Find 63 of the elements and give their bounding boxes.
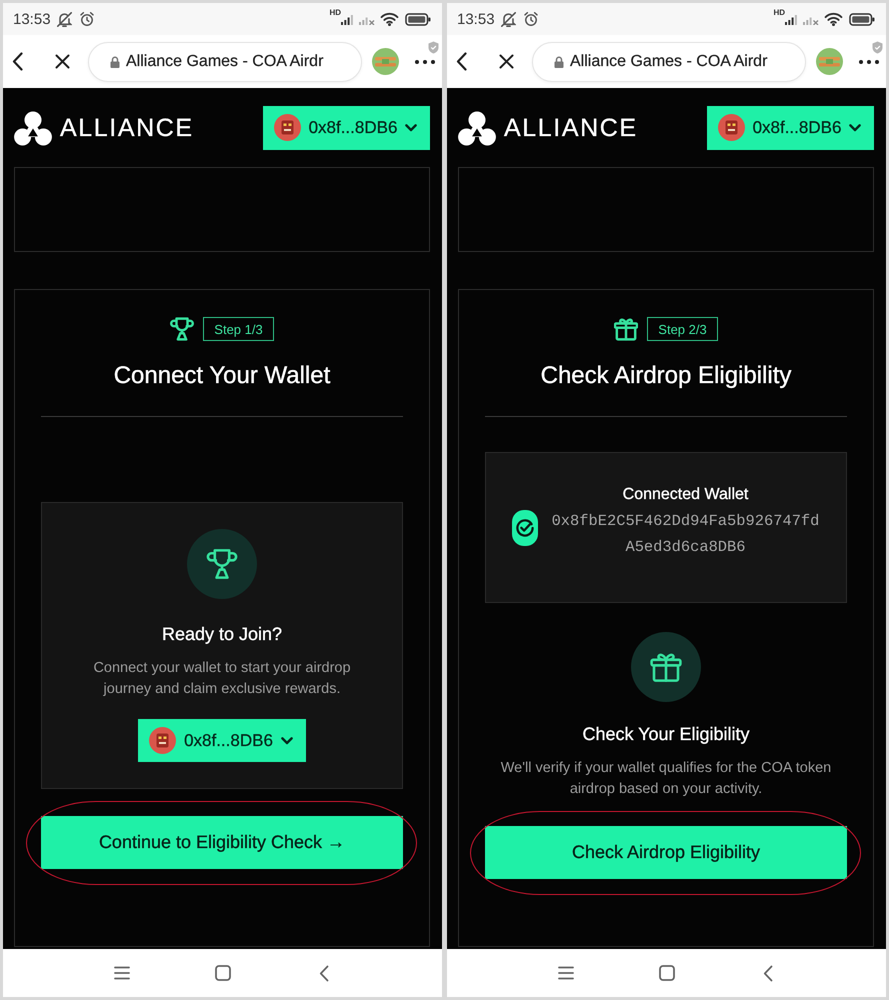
close-icon[interactable]: [55, 54, 70, 69]
signal-icon: [785, 14, 797, 24]
page-title-text: Alliance Games - COA Airdr: [570, 52, 768, 70]
mute-icon: [56, 12, 72, 26]
avatar-icon: [718, 114, 745, 141]
logo-icon: [14, 111, 52, 146]
trophy-icon: [187, 529, 257, 599]
battery-icon: [849, 12, 875, 26]
gift-icon: [614, 317, 638, 341]
caret-icon: [280, 736, 293, 744]
more-icon[interactable]: [859, 60, 879, 64]
feature-heading: Ready to Join?: [162, 623, 282, 645]
status-time: 13:53: [13, 10, 51, 28]
step-badge: Step 1/3: [203, 317, 274, 341]
network-type-label: HD: [329, 9, 341, 17]
status-time: 13:53: [457, 10, 495, 28]
network-type-label: HD: [773, 9, 785, 17]
back-icon[interactable]: [12, 52, 23, 71]
menu-icon[interactable]: [558, 966, 574, 980]
home-icon[interactable]: [214, 965, 230, 981]
address-field[interactable]: Alliance Games - COA Airdr: [88, 42, 362, 82]
lock-icon: [554, 56, 564, 68]
avatar-icon: [274, 114, 301, 141]
wallet-address: 0x8fbE2C5F462Dd94Fa5b926747fdA5ed3d6ca8DB6: [551, 510, 820, 558]
page-title-text: Alliance Games - COA Airdr: [126, 52, 324, 70]
feature-description: We'll verify if your wallet qualifies for the COA token airdrop based on your activity.: [500, 759, 832, 799]
wifi-icon: [824, 12, 843, 26]
close-icon[interactable]: [499, 54, 514, 69]
logo-icon: [458, 111, 496, 146]
step-badge: Step 2/3: [647, 317, 718, 341]
back-icon[interactable]: [456, 52, 467, 71]
shield-icon: [872, 41, 883, 54]
home-icon[interactable]: [658, 965, 674, 981]
step-title: Check Airdrop Eligibility: [540, 361, 792, 391]
mute-icon: [500, 12, 516, 26]
step-title: Connect Your Wallet: [112, 361, 332, 391]
avatar-icon[interactable]: [372, 48, 399, 75]
trophy-icon: [170, 317, 194, 341]
wallet-button[interactable]: 0x8f...8DB6: [138, 719, 306, 762]
wallet-button[interactable]: 0x8f...8DB6: [707, 106, 874, 150]
feature-heading: Check Your Eligibility: [582, 723, 750, 745]
primary-button[interactable]: Check Airdrop Eligibility: [485, 826, 847, 879]
avatar-icon: [149, 727, 176, 754]
signal-icon: [341, 14, 353, 24]
wallet-label: Connected Wallet: [622, 484, 748, 504]
feature-description: Connect your wallet to start your airdrop journey and claim exclusive rewards.: [92, 659, 352, 699]
wifi-icon: [380, 12, 399, 26]
address-field[interactable]: Alliance Games - COA Airdr: [532, 42, 806, 82]
shield-icon: [428, 41, 439, 54]
alarm-icon: [80, 12, 94, 26]
primary-button[interactable]: Continue to Eligibility Check →: [41, 816, 403, 869]
caret-icon: [849, 124, 862, 132]
caret-icon: [405, 124, 418, 132]
alarm-icon: [524, 12, 538, 26]
battery-icon: [405, 12, 431, 26]
logo-text: ALLIANCE: [60, 114, 194, 143]
wallet-button[interactable]: 0x8f...8DB6: [263, 106, 430, 150]
avatar-icon[interactable]: [816, 48, 843, 75]
gift-icon: [631, 632, 701, 702]
lock-icon: [110, 56, 120, 68]
menu-icon[interactable]: [114, 966, 130, 980]
logo-text: ALLIANCE: [504, 114, 638, 143]
more-icon[interactable]: [415, 60, 435, 64]
